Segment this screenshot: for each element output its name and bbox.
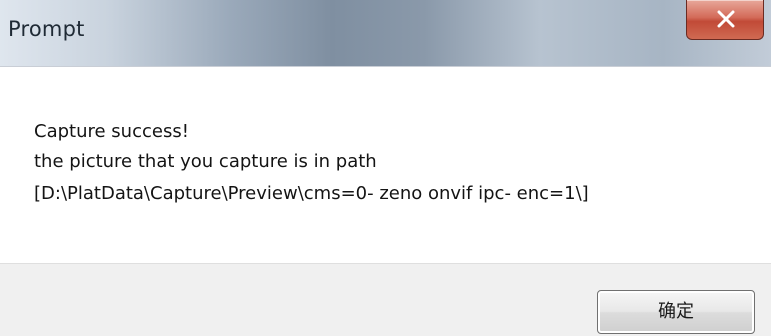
ok-button[interactable]: 确定 [597, 290, 755, 334]
message-line-success: Capture success! [34, 121, 189, 142]
message-line-description: the picture that you capture is in path [34, 151, 377, 172]
message-line-path: [D:\PlatData\Capture\Preview\cms=0- zeno… [34, 183, 589, 204]
message-area: Capture success! the picture that you ca… [0, 67, 771, 263]
close-button[interactable] [686, 0, 764, 40]
prompt-dialog: Prompt Capture success! the picture that… [0, 0, 771, 336]
close-x-icon [717, 10, 735, 28]
button-bar: 确定 [0, 263, 771, 336]
title-bar[interactable]: Prompt [0, 0, 771, 67]
window-title: Prompt [8, 17, 85, 41]
